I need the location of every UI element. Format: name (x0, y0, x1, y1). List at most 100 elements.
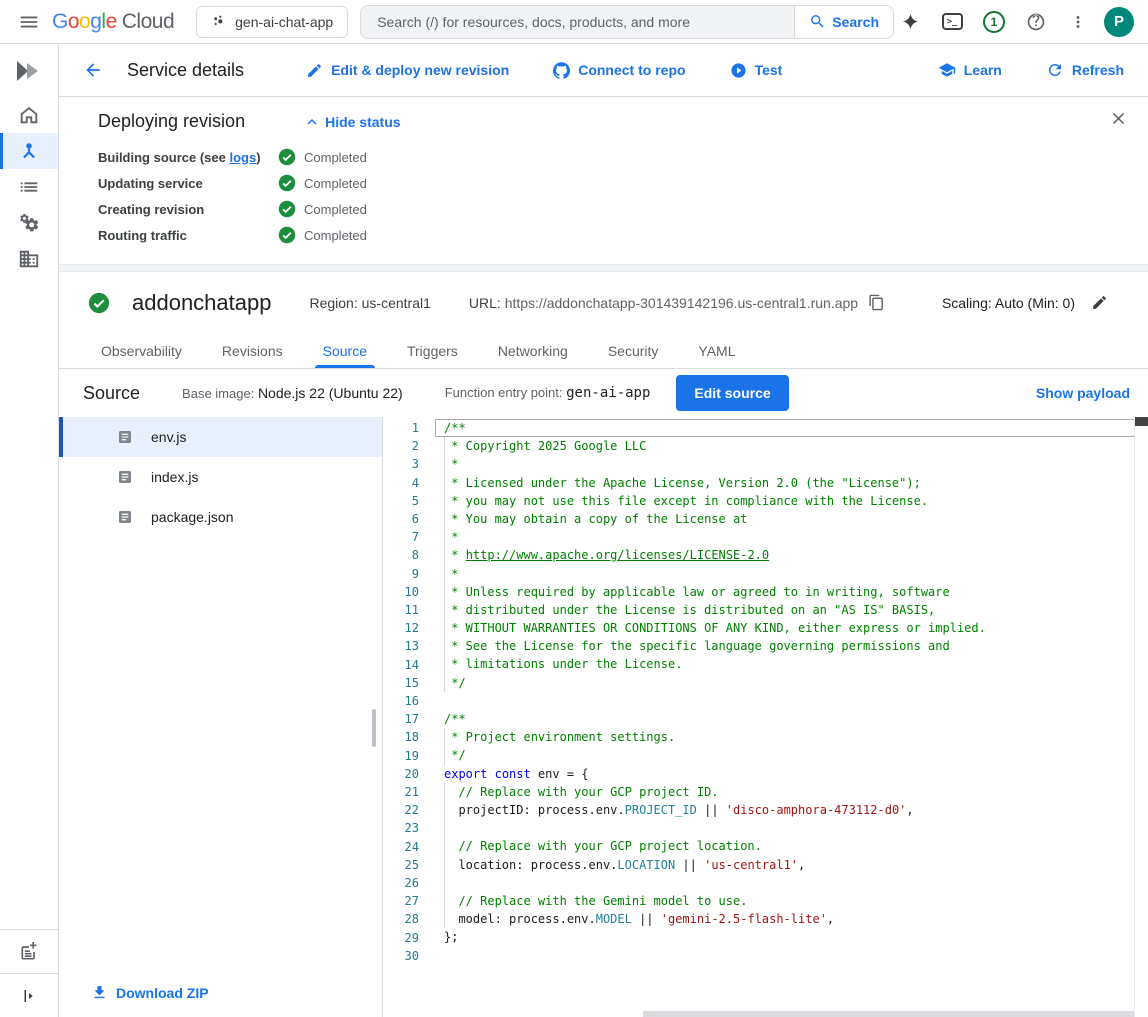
status-value: Completed (278, 226, 367, 244)
copy-url-icon[interactable] (868, 294, 885, 311)
logs-link[interactable]: logs (229, 150, 256, 165)
download-icon (91, 984, 108, 1001)
code-line-16 (435, 692, 1134, 710)
file-list: env.js index.js package.json (59, 417, 382, 537)
tab-triggers[interactable]: Triggers (387, 333, 478, 368)
back-arrow-icon[interactable] (77, 54, 109, 86)
line-number: 27 (383, 892, 419, 910)
menu-icon[interactable] (12, 5, 46, 39)
line-number-gutter: 1234567891011121314151617181920212223242… (383, 419, 435, 965)
section-divider (59, 264, 1148, 272)
file-icon (117, 469, 133, 485)
refresh-button[interactable]: Refresh (1046, 61, 1124, 79)
code-line-21: // Replace with your GCP project ID. (435, 783, 1134, 801)
editor-vertical-scrollbar[interactable] (1134, 417, 1148, 1017)
tab-networking[interactable]: Networking (478, 333, 588, 368)
more-options-icon[interactable] (1062, 6, 1094, 38)
file-item-index.js[interactable]: index.js (59, 457, 382, 497)
rail-home-icon[interactable] (0, 97, 58, 133)
code-line-23 (435, 819, 1134, 837)
line-number: 23 (383, 819, 419, 837)
file-icon (117, 509, 133, 525)
download-zip-button[interactable]: Download ZIP (91, 984, 209, 1001)
service-url: URL: https://addonchatapp-301439142196.u… (469, 295, 858, 311)
line-number: 29 (383, 929, 419, 947)
avatar[interactable]: P (1104, 7, 1134, 37)
file-panel-scrollbar[interactable] (372, 709, 376, 747)
status-step-label: Updating service (98, 176, 278, 191)
file-name: index.js (151, 469, 198, 485)
cloud-shell-icon[interactable]: >_ (936, 6, 968, 38)
line-number: 30 (383, 947, 419, 965)
file-item-env.js[interactable]: env.js (59, 417, 382, 457)
rail-list-icon[interactable] (0, 169, 58, 205)
release-notes-icon[interactable] (0, 929, 58, 973)
tab-yaml[interactable]: YAML (678, 333, 755, 368)
line-number: 7 (383, 528, 419, 546)
expand-panel-icon[interactable] (0, 973, 58, 1017)
completed-check-icon (278, 174, 296, 192)
help-icon[interactable] (1020, 6, 1052, 38)
function-entry-point: Function entry point: gen-ai-app (445, 385, 651, 401)
status-value: Completed (278, 200, 367, 218)
notification-badge[interactable]: 1 (978, 6, 1010, 38)
gemini-sparkle-icon[interactable] (894, 6, 926, 38)
editor-vertical-scroll-thumb[interactable] (1135, 417, 1148, 426)
line-number: 4 (383, 474, 419, 492)
code-editor[interactable]: 1234567891011121314151617181920212223242… (383, 417, 1148, 1017)
code-line-8: * http://www.apache.org/licenses/LICENSE… (435, 546, 1134, 564)
search-button[interactable]: Search (794, 6, 893, 38)
code-line-12: * WITHOUT WARRANTIES OR CONDITIONS OF AN… (435, 619, 1134, 637)
code-line-4: * Licensed under the Apache License, Ver… (435, 474, 1134, 492)
connect-to-repo-button[interactable]: Connect to repo (553, 62, 685, 79)
file-item-package.json[interactable]: package.json (59, 497, 382, 537)
file-name: env.js (151, 429, 187, 445)
completed-check-icon (278, 200, 296, 218)
line-number: 6 (383, 510, 419, 528)
topbar-right-icons: >_ 1 P (894, 6, 1134, 38)
line-number: 28 (383, 910, 419, 928)
rail-settings-gears-icon[interactable] (0, 205, 58, 241)
code-line-7: * (435, 528, 1134, 546)
rail-services-icon[interactable] (0, 133, 58, 169)
test-button[interactable]: Test (730, 62, 783, 79)
tab-security[interactable]: Security (588, 333, 679, 368)
deploy-status-panel: Deploying revision Hide status Building … (59, 97, 1148, 264)
deploy-status-row: Routing trafficCompleted (98, 222, 1148, 248)
service-name: addonchatapp (132, 290, 271, 316)
edit-scaling-icon[interactable] (1091, 294, 1108, 311)
show-payload-link[interactable]: Show payload (1036, 385, 1130, 401)
code-line-22: projectID: process.env.PROJECT_ID || 'di… (435, 801, 1134, 819)
code-line-26 (435, 874, 1134, 892)
edit-source-button[interactable]: Edit source (676, 375, 788, 411)
line-number: 25 (383, 856, 419, 874)
search-input[interactable] (361, 14, 794, 30)
completed-check-icon (278, 226, 296, 244)
service-scaling: Scaling: Auto (Min: 0) (942, 295, 1075, 311)
deploy-status-title: Deploying revision (98, 111, 245, 132)
file-name: package.json (151, 509, 234, 525)
graduation-cap-icon (938, 61, 956, 79)
code-line-17: /** (435, 710, 1134, 728)
code-line-1: /** (435, 419, 1134, 437)
close-icon[interactable] (1109, 109, 1128, 128)
hide-status-button[interactable]: Hide status (303, 113, 400, 131)
status-step-label: Building source (see logs) (98, 150, 278, 165)
line-number: 24 (383, 838, 419, 856)
project-selector[interactable]: gen-ai-chat-app (196, 6, 348, 38)
editor-horizontal-scroll-thumb[interactable] (643, 1011, 1134, 1017)
tab-observability[interactable]: Observability (81, 333, 202, 368)
cloud-logo-text: Cloud (122, 10, 174, 34)
project-name: gen-ai-chat-app (235, 14, 333, 30)
line-number: 9 (383, 565, 419, 583)
code-line-30 (435, 946, 1134, 964)
tab-source[interactable]: Source (303, 333, 387, 368)
code-line-14: * limitations under the License. (435, 655, 1134, 673)
learn-button[interactable]: Learn (938, 61, 1002, 79)
line-number: 2 (383, 437, 419, 455)
edit-deploy-button[interactable]: Edit & deploy new revision (306, 62, 509, 79)
rail-organization-icon[interactable] (0, 241, 58, 277)
tab-revisions[interactable]: Revisions (202, 333, 303, 368)
code-line-5: * you may not use this file except in co… (435, 492, 1134, 510)
project-icon (211, 14, 227, 30)
